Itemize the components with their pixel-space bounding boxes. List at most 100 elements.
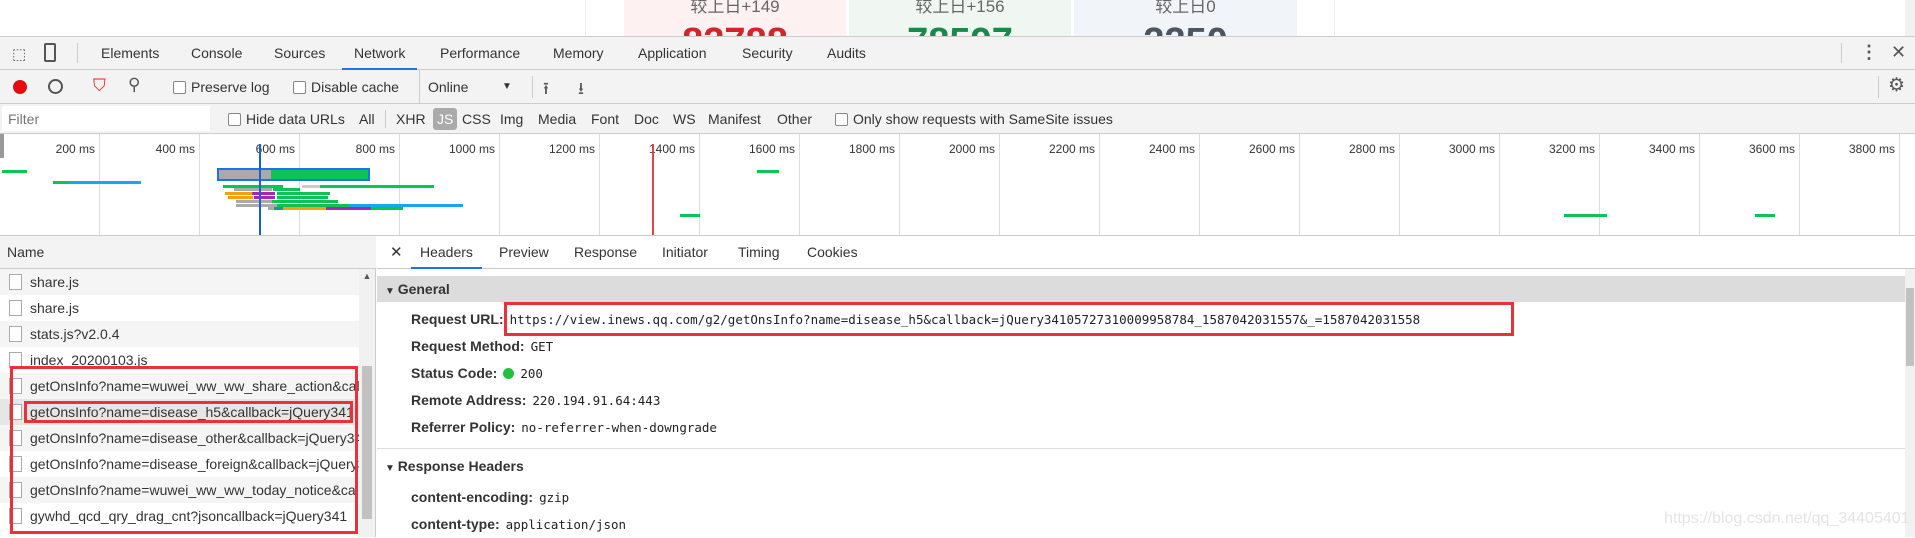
timeline-tick-label: 200 ms bbox=[55, 142, 95, 156]
triangle-down-icon: ▼ bbox=[385, 463, 398, 474]
filter-type-all[interactable]: All bbox=[355, 104, 379, 134]
request-timing-bar bbox=[272, 200, 338, 203]
header-value: GET bbox=[530, 339, 554, 354]
request-name: stats.js?v2.0.4 bbox=[30, 326, 120, 342]
request-timing-bar bbox=[326, 207, 371, 210]
filter-type-doc[interactable]: Doc bbox=[630, 104, 663, 134]
tab-application[interactable]: Application bbox=[626, 37, 719, 70]
tab-performance[interactable]: Performance bbox=[428, 37, 532, 70]
request-timing-bar bbox=[273, 188, 300, 191]
filter-type-font[interactable]: Font bbox=[587, 104, 623, 134]
selected-request-bar[interactable] bbox=[217, 168, 370, 181]
tab-console[interactable]: Console bbox=[179, 37, 254, 70]
request-details-panel: ✕ Headers Preview Response Initiator Tim… bbox=[377, 236, 1915, 537]
card-label: 较上日+149 bbox=[690, 0, 780, 16]
more-options-icon[interactable]: ⋮ bbox=[1860, 42, 1878, 63]
timeline-handle[interactable] bbox=[0, 134, 4, 158]
samesite-checkbox[interactable]: Only show requests with SameSite issues bbox=[831, 104, 1117, 134]
timeline-tick-label: 2800 ms bbox=[1348, 142, 1395, 156]
watermark: https://blog.csdn.net/qq_34405401 bbox=[1664, 510, 1910, 527]
timeline-gridline bbox=[1699, 134, 1700, 235]
filter-type-other[interactable]: Other bbox=[773, 104, 816, 134]
settings-gear-icon[interactable]: ⚙ bbox=[1888, 74, 1905, 97]
page-scrollbar[interactable] bbox=[1905, 0, 1915, 36]
waiting-segment bbox=[219, 170, 271, 179]
hide-data-urls-label: Hide data URLs bbox=[246, 111, 345, 127]
header-value: application/json bbox=[505, 517, 627, 532]
triangle-down-icon: ▼ bbox=[385, 286, 398, 297]
filter-type-ws[interactable]: WS bbox=[669, 104, 700, 134]
header-key: Referrer Policy: bbox=[411, 419, 516, 435]
scroll-up-icon[interactable]: ▲ bbox=[359, 271, 375, 281]
export-har-icon[interactable]: ⭳ bbox=[578, 76, 584, 105]
card-number: 82788 bbox=[624, 21, 846, 36]
timeline-gridline bbox=[199, 134, 200, 235]
tab-sources[interactable]: Sources bbox=[262, 37, 337, 70]
request-list-scrollbar[interactable]: ▲ bbox=[359, 269, 375, 537]
close-detail-icon[interactable]: ✕ bbox=[390, 243, 403, 261]
request-timing-bar bbox=[1564, 214, 1607, 217]
general-section-header[interactable]: ▼ General bbox=[377, 276, 1905, 302]
request-name: share.js bbox=[30, 300, 80, 316]
header-value: no-referrer-when-downgrade bbox=[521, 420, 717, 435]
filter-input[interactable] bbox=[2, 106, 210, 131]
divider bbox=[532, 76, 533, 98]
request-row[interactable]: share.js bbox=[0, 295, 359, 321]
tab-network[interactable]: Network bbox=[342, 37, 418, 70]
scrollbar-thumb[interactable] bbox=[362, 366, 372, 519]
file-icon bbox=[9, 326, 22, 342]
hide-data-urls-checkbox[interactable]: Hide data URLs bbox=[224, 104, 349, 134]
device-toolbar-icon[interactable] bbox=[44, 43, 56, 62]
network-overview-timeline[interactable]: 200 ms 400 ms 600 ms 800 ms 1000 ms 1200 ms 14… bbox=[0, 134, 1915, 236]
preserve-log-checkbox[interactable]: Preserve log bbox=[173, 70, 270, 104]
tab-timing[interactable]: Timing bbox=[729, 236, 789, 269]
header-value: 200 bbox=[520, 366, 543, 381]
header-request-method: Request Method: GET bbox=[411, 333, 553, 359]
inspect-element-icon[interactable]: ⬚ bbox=[12, 45, 26, 63]
throttling-select[interactable]: Online ▼ bbox=[419, 70, 519, 104]
response-headers-section-header[interactable]: ▼ Response Headers bbox=[377, 453, 1905, 479]
timeline-gridline bbox=[1499, 134, 1500, 235]
timeline-gridline bbox=[899, 134, 900, 235]
close-devtools-icon[interactable]: ✕ bbox=[1891, 42, 1906, 63]
details-scrollbar[interactable] bbox=[1905, 269, 1915, 537]
request-row[interactable]: share.js bbox=[0, 269, 359, 295]
name-column-header[interactable]: Name bbox=[0, 236, 376, 269]
tab-cookies[interactable]: Cookies bbox=[798, 236, 867, 269]
request-timing-bar bbox=[234, 188, 272, 191]
header-content-encoding: content-encoding: gzip bbox=[411, 484, 569, 510]
tab-security[interactable]: Security bbox=[730, 37, 805, 70]
clear-icon[interactable] bbox=[48, 79, 63, 94]
tab-preview[interactable]: Preview bbox=[490, 236, 558, 269]
record-icon[interactable] bbox=[13, 80, 27, 94]
request-row[interactable]: stats.js?v2.0.4 bbox=[0, 321, 359, 347]
request-timing-bar bbox=[236, 200, 272, 203]
timeline-gridline bbox=[299, 134, 300, 235]
detail-tabbar: ✕ Headers Preview Response Initiator Tim… bbox=[377, 236, 1915, 269]
tab-headers[interactable]: Headers bbox=[411, 236, 482, 269]
filter-type-js[interactable]: JS bbox=[433, 108, 458, 130]
filter-icon[interactable]: ⛉ bbox=[93, 76, 106, 96]
timeline-gridline bbox=[99, 134, 100, 235]
response-headers-title: Response Headers bbox=[397, 458, 524, 474]
stat-card-cured: 较上日+156 78597 bbox=[849, 0, 1071, 36]
chevron-down-icon: ▼ bbox=[502, 81, 512, 92]
header-key: Request Method: bbox=[411, 338, 525, 354]
filter-type-css[interactable]: CSS bbox=[458, 104, 495, 134]
tab-memory[interactable]: Memory bbox=[541, 37, 616, 70]
scrollbar-thumb[interactable] bbox=[1906, 288, 1914, 366]
import-har-icon[interactable]: ⭱ bbox=[543, 76, 549, 105]
filter-type-manifest[interactable]: Manifest bbox=[704, 104, 765, 134]
tab-response[interactable]: Response bbox=[565, 236, 646, 269]
disable-cache-checkbox[interactable]: Disable cache bbox=[293, 70, 399, 104]
filter-type-img[interactable]: Img bbox=[496, 104, 527, 134]
search-icon[interactable]: ⚲ bbox=[128, 75, 140, 95]
request-timing-bar bbox=[252, 192, 275, 195]
filter-type-xhr[interactable]: XHR bbox=[392, 104, 430, 134]
preserve-log-label: Preserve log bbox=[191, 79, 270, 95]
divider bbox=[77, 43, 78, 63]
filter-type-media[interactable]: Media bbox=[534, 104, 580, 134]
tab-initiator[interactable]: Initiator bbox=[653, 236, 717, 269]
tab-audits[interactable]: Audits bbox=[815, 37, 878, 70]
tab-elements[interactable]: Elements bbox=[89, 37, 171, 70]
